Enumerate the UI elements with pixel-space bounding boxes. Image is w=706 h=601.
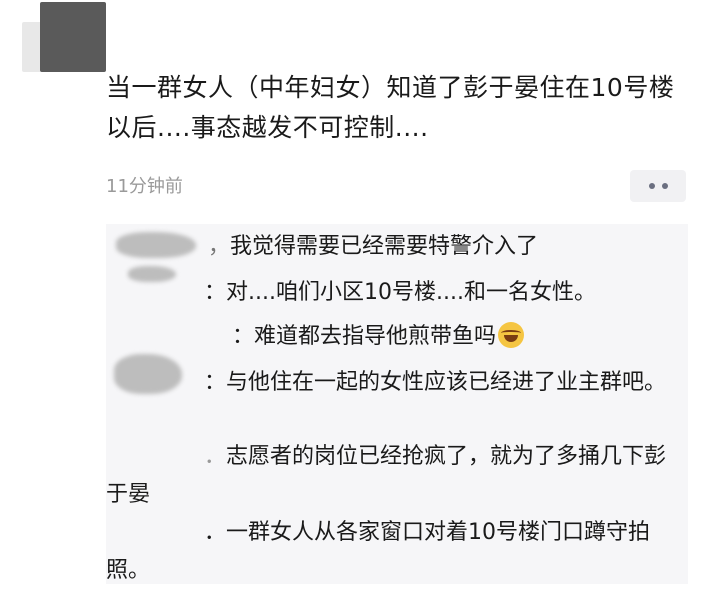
laugh-cry-emoji-icon <box>498 322 525 348</box>
comment-item[interactable]: ：对....咱们小区10号楼....和一名女性。 <box>106 274 676 312</box>
comment-author: ． <box>204 444 227 469</box>
comment-text: 难道都去指导他煎带鱼吗 <box>254 324 497 349</box>
comment-item[interactable]: ．志愿者的岗位已经抢疯了，就为了多捅几下彭于晏 <box>106 438 676 514</box>
comment-text: 对....咱们小区10号楼....和一名女性。 <box>226 280 596 305</box>
comment-item[interactable]: ：难道都去指导他煎带鱼吗 <box>106 318 676 356</box>
comment-author: ： <box>232 324 255 349</box>
comment-item[interactable]: ：与他住在一起的女性应该已经进了业主群吧。 <box>106 364 676 402</box>
comment-item[interactable]: ．一群女人从各家窗口对着10号楼门口蹲守拍照。 <box>106 514 676 590</box>
comment-author: ． <box>204 520 227 545</box>
comment-item[interactable]: ，我觉得需要已经需要特警介入了 <box>106 228 676 266</box>
post-text: 当一群女人（中年妇女）知道了彭于晏住在10号楼以后....事态越发不可控制...… <box>106 73 675 142</box>
avatar[interactable] <box>40 2 106 72</box>
more-options-button[interactable] <box>630 170 686 202</box>
post-timestamp: 11分钟前 <box>106 176 183 197</box>
comment-author: ： <box>204 370 227 395</box>
comment-author: ： <box>204 280 227 305</box>
comment-section: ，我觉得需要已经需要特警介入了 ：对....咱们小区10号楼....和一名女性。… <box>106 224 688 584</box>
comment-text: 与他住在一起的女性应该已经进了业主群吧。 <box>226 370 667 395</box>
comment-text: 我觉得需要已经需要特警介入了 <box>230 234 539 259</box>
more-dots-icon <box>648 183 655 189</box>
comment-author: ， <box>208 234 231 259</box>
more-dots-icon <box>661 183 668 189</box>
